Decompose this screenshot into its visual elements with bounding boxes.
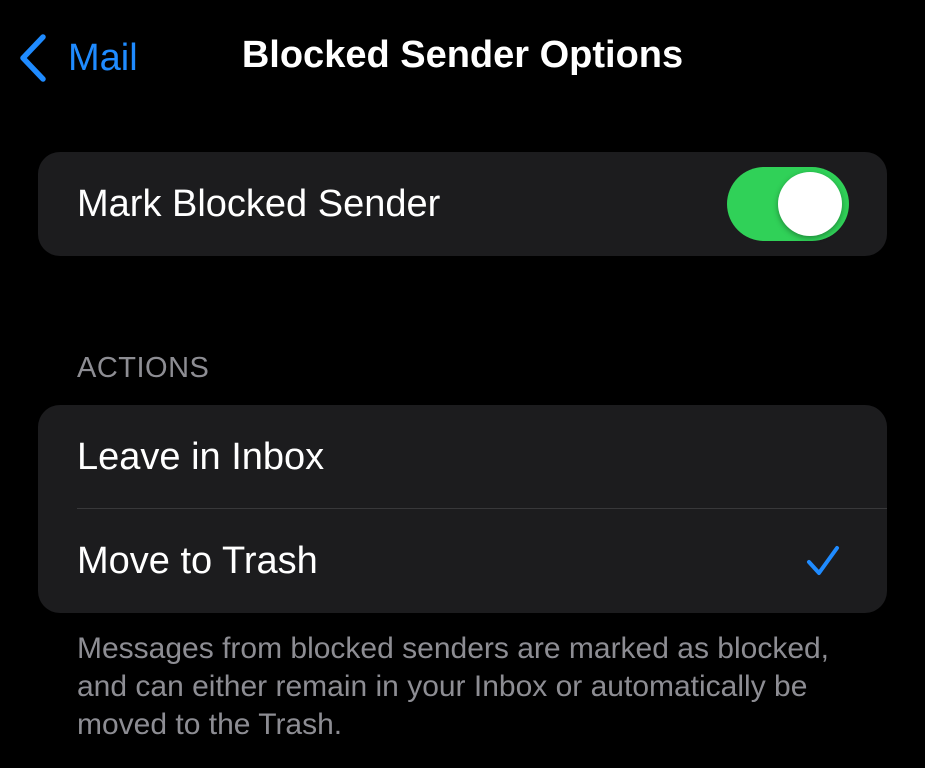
mark-blocked-toggle[interactable] bbox=[727, 167, 849, 241]
action-option-move-to-trash[interactable]: Move to Trash bbox=[38, 509, 887, 613]
action-option-label: Leave in Inbox bbox=[77, 435, 325, 478]
actions-footer-description: Messages from blocked senders are marked… bbox=[77, 632, 830, 741]
mark-blocked-label: Mark Blocked Sender bbox=[77, 182, 441, 225]
action-option-label: Move to Trash bbox=[77, 539, 318, 582]
page-title: Blocked Sender Options bbox=[241, 34, 684, 76]
action-option-leave-in-inbox[interactable]: Leave in Inbox bbox=[38, 405, 887, 509]
navigation-bar: Mail Blocked Sender Options bbox=[0, 0, 925, 118]
actions-group: Leave in Inbox Move to Trash bbox=[38, 405, 887, 613]
mark-blocked-row: Mark Blocked Sender bbox=[38, 152, 887, 256]
mark-blocked-group: Mark Blocked Sender bbox=[38, 152, 887, 256]
actions-section-header: ACTIONS bbox=[77, 352, 210, 384]
toggle-knob bbox=[778, 172, 842, 236]
checkmark-icon bbox=[805, 543, 841, 584]
